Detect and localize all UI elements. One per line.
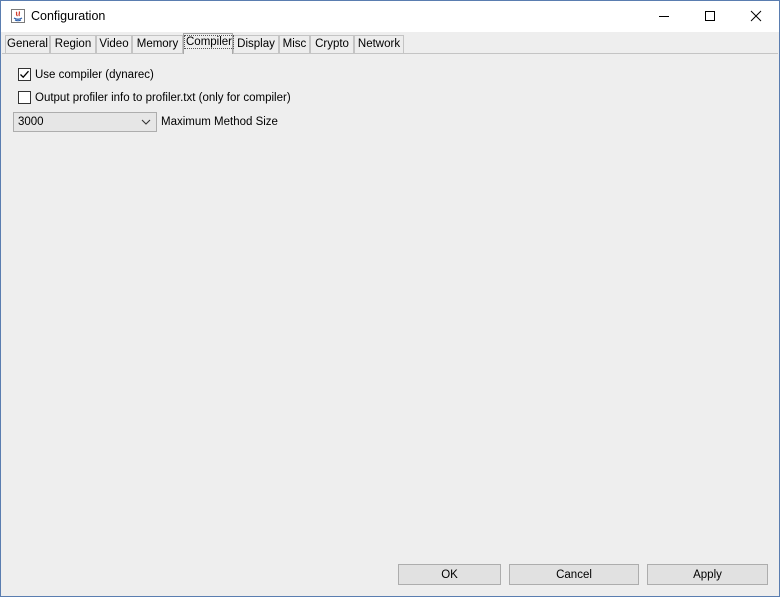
close-button[interactable] [733,1,779,31]
maximize-icon [705,11,715,21]
minimize-button[interactable] [641,1,687,31]
ok-button[interactable]: OK [398,564,501,585]
chevron-down-icon [141,119,151,125]
minimize-icon [659,16,669,17]
tab-video[interactable]: Video [96,35,132,54]
tab-label: Network [357,38,401,50]
method-size-combo[interactable]: 3000 [13,112,157,132]
tab-display[interactable]: Display [233,35,279,54]
tab-memory[interactable]: Memory [132,35,183,54]
tab-compiler[interactable]: Compiler [183,33,235,54]
use-compiler-label: Use compiler (dynarec) [35,68,154,81]
cancel-button[interactable]: Cancel [509,564,639,585]
tab-label: Crypto [315,38,349,50]
method-size-value: 3000 [18,116,44,128]
tab-label: Region [54,38,92,50]
configuration-window: Configuration General Region Video Memor… [0,0,780,597]
maximize-button[interactable] [687,1,733,31]
window-title: Configuration [31,9,106,23]
tab-label: Compiler [184,35,235,49]
apply-button[interactable]: Apply [647,564,768,585]
title-bar: Configuration [1,1,779,32]
close-icon [750,10,762,22]
tab-label: Display [237,38,275,50]
tab-general[interactable]: General [5,35,50,54]
tab-strip: General Region Video Memory Compiler Dis… [1,32,779,54]
tab-label: Misc [282,38,307,50]
tab-label: Video [99,38,129,50]
method-size-label: Maximum Method Size [161,116,278,128]
profiler-row[interactable]: Output profiler info to profiler.txt (on… [18,91,291,104]
tab-label: General [7,38,48,50]
tab-label: Memory [136,38,179,50]
tab-misc[interactable]: Misc [279,35,310,54]
checkmark-icon [20,70,29,79]
tab-network[interactable]: Network [354,35,404,54]
use-compiler-row[interactable]: Use compiler (dynarec) [18,68,154,81]
tab-crypto[interactable]: Crypto [310,35,354,54]
use-compiler-checkbox[interactable] [18,68,31,81]
profiler-checkbox[interactable] [18,91,31,104]
tab-region[interactable]: Region [50,35,96,54]
profiler-label: Output profiler info to profiler.txt (on… [35,91,291,104]
java-app-icon [11,9,25,23]
